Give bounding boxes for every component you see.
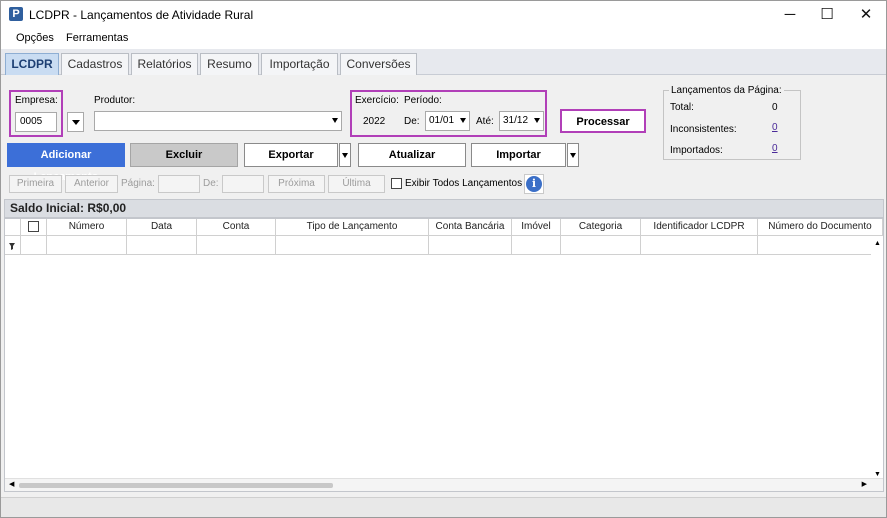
row-indicator-header: [5, 219, 21, 236]
lcdpr-panel: Empresa: 0005 Produtor: Exercício: Perío…: [1, 76, 886, 496]
anterior-button[interactable]: Anterior: [65, 175, 118, 193]
minimize-button[interactable]: ─: [771, 1, 809, 29]
window-title: LCDPR - Lançamentos de Atividade Rural: [29, 8, 254, 22]
app-logo-icon: P: [9, 7, 23, 21]
tab-resumo[interactable]: Resumo: [200, 53, 259, 75]
produtor-select[interactable]: [94, 111, 342, 131]
column-header-conta[interactable]: Conta: [197, 219, 276, 236]
ate-select[interactable]: 31/12: [499, 111, 544, 131]
tab-importacao[interactable]: Importação: [261, 53, 338, 75]
filter-cell[interactable]: [512, 236, 561, 255]
exportar-menu-button[interactable]: [339, 143, 351, 167]
column-header-identificador[interactable]: Identificador LCDPR: [641, 219, 758, 236]
exercicio-label: Exercício:: [355, 95, 399, 106]
column-header-numero-documento[interactable]: Número do Documento: [758, 219, 883, 236]
select-all-header: [21, 219, 47, 236]
pagina-total-field: [222, 175, 264, 193]
adicionar-lancamento-button[interactable]: Adicionar Lançamento: [7, 143, 125, 183]
info-icon: i: [526, 176, 542, 192]
total-value: 0: [772, 102, 778, 113]
exercicio-value: 2022: [363, 116, 386, 127]
tab-cadastros[interactable]: Cadastros: [61, 53, 129, 75]
filter-cell[interactable]: [758, 236, 871, 255]
pagina-input[interactable]: [158, 175, 200, 193]
tab-bar: LCDPR Cadastros Relatórios Resumo Import…: [1, 49, 886, 75]
menu-ferramentas[interactable]: Ferramentas: [66, 32, 128, 44]
filter-cell[interactable]: [197, 236, 276, 255]
ate-label: Até:: [476, 116, 494, 127]
title-bar: P LCDPR - Lançamentos de Atividade Rural…: [1, 1, 886, 29]
tab-conversoes[interactable]: Conversões: [340, 53, 417, 75]
app-window: P LCDPR - Lançamentos de Atividade Rural…: [0, 0, 887, 518]
filter-cell[interactable]: [641, 236, 758, 255]
filter-row-indicator: [5, 236, 21, 255]
pagina-label: Página:: [121, 178, 155, 189]
periodo-label: Período:: [404, 95, 442, 106]
primeira-button[interactable]: Primeira: [9, 175, 62, 193]
de-select[interactable]: 01/01: [425, 111, 470, 131]
scroll-up-icon[interactable]: ▲: [874, 240, 881, 247]
filter-cell[interactable]: [127, 236, 197, 255]
excluir-button[interactable]: Excluir: [130, 143, 238, 167]
horizontal-scrollbar[interactable]: ◀ ▶: [5, 478, 883, 491]
filter-cell[interactable]: [429, 236, 512, 255]
tab-lcdpr[interactable]: LCDPR: [5, 53, 59, 75]
empresa-field[interactable]: 0005: [15, 112, 57, 132]
pagina-de-label: De:: [203, 178, 219, 189]
filter-cell[interactable]: [47, 236, 127, 255]
filter-cell[interactable]: [276, 236, 429, 255]
importados-link[interactable]: 0: [772, 143, 778, 154]
maximize-button[interactable]: ☐: [808, 1, 846, 29]
produtor-label: Produtor:: [94, 95, 136, 106]
importar-menu-button[interactable]: [567, 143, 579, 167]
ate-value: 31/12: [503, 115, 529, 126]
empresa-dropdown-button[interactable]: [67, 112, 84, 132]
close-button[interactable]: ✕: [847, 1, 885, 29]
de-value: 01/01: [429, 115, 455, 126]
scroll-down-icon[interactable]: ▼: [874, 471, 881, 478]
column-header-tipo-lancamento[interactable]: Tipo de Lançamento: [276, 219, 429, 236]
column-header-conta-bancaria[interactable]: Conta Bancária: [429, 219, 512, 236]
vertical-scrollbar[interactable]: ▲ ▼: [871, 236, 883, 480]
chevron-down-icon: [534, 118, 540, 123]
proxima-button[interactable]: Próxima: [268, 175, 325, 193]
filter-cell[interactable]: [21, 236, 47, 255]
summary-title: Lançamentos da Página:: [669, 85, 784, 96]
ultima-button[interactable]: Última: [328, 175, 385, 193]
filter-icon: [9, 243, 15, 250]
chevron-down-icon: [460, 118, 466, 123]
tab-relatorios[interactable]: Relatórios: [131, 53, 198, 75]
column-header-data[interactable]: Data: [127, 219, 197, 236]
menu-opcoes[interactable]: Opções: [16, 32, 54, 44]
inconsistentes-label: Inconsistentes:: [670, 124, 737, 135]
inconsistentes-link[interactable]: 0: [772, 122, 778, 133]
exibir-todos-label: Exibir Todos Lançamentos: [405, 178, 523, 189]
horizontal-scroll-thumb[interactable]: [19, 483, 333, 488]
empresa-label: Empresa:: [15, 95, 58, 106]
column-header-imovel[interactable]: Imóvel: [512, 219, 561, 236]
processar-button[interactable]: Processar: [560, 109, 646, 133]
menu-bar: Opções Ferramentas: [1, 29, 886, 49]
lancamentos-grid: Número Data Conta Tipo de Lançamento Con…: [4, 218, 884, 492]
scroll-left-icon[interactable]: ◀: [9, 480, 14, 488]
column-header-numero[interactable]: Número: [47, 219, 127, 236]
importar-button[interactable]: Importar: [471, 143, 566, 167]
chevron-down-icon: [332, 118, 338, 123]
saldo-inicial: Saldo Inicial: R$0,00: [4, 199, 884, 218]
select-all-checkbox[interactable]: [28, 221, 39, 232]
status-bar: [1, 497, 886, 517]
scroll-right-icon[interactable]: ▶: [862, 480, 867, 488]
de-label: De:: [404, 116, 420, 127]
exportar-button[interactable]: Exportar: [244, 143, 338, 167]
info-button[interactable]: i: [524, 174, 544, 194]
exibir-todos-checkbox[interactable]: [391, 178, 402, 189]
filter-cell[interactable]: [561, 236, 641, 255]
importados-label: Importados:: [670, 145, 723, 156]
column-header-categoria[interactable]: Categoria: [561, 219, 641, 236]
atualizar-button[interactable]: Atualizar: [358, 143, 466, 167]
total-label: Total:: [670, 102, 694, 113]
